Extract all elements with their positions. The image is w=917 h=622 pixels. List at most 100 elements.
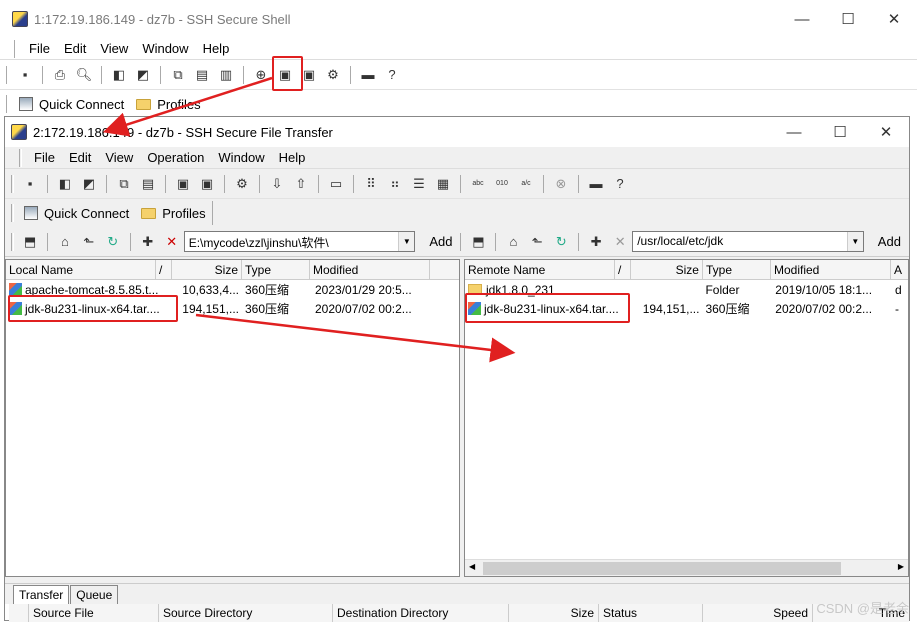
new-folder-icon[interactable]: ✚ <box>585 231 607 253</box>
details-icon[interactable]: ▦ <box>432 173 454 195</box>
minimize-button[interactable]: — <box>779 0 825 38</box>
new-folder-icon[interactable]: ✚ <box>137 231 159 253</box>
ssh-shell-icon <box>12 11 28 27</box>
whats-this-icon[interactable]: ? <box>381 64 403 86</box>
local-add-button[interactable]: Add <box>429 234 452 249</box>
print-icon[interactable]: ⎙ <box>49 64 71 86</box>
refresh-icon[interactable]: ↻ <box>550 231 572 253</box>
chevron-down-icon[interactable]: ▼ <box>398 232 415 251</box>
scroll-right-icon[interactable]: ▶ <box>898 562 904 571</box>
copy-icon[interactable]: ⧉ <box>113 173 135 195</box>
connect-icon[interactable]: ◧ <box>54 173 76 195</box>
remote-path-input[interactable]: /usr/local/etc/jdk ▼ <box>632 231 864 252</box>
small-icons-icon[interactable]: ⠶ <box>384 173 406 195</box>
col-speed[interactable]: Speed <box>703 604 813 622</box>
help-topics-icon[interactable]: ▬ <box>357 64 379 86</box>
save-icon[interactable]: ▪ <box>19 173 41 195</box>
remote-add-button[interactable]: Add <box>878 234 901 249</box>
col-type[interactable]: Type <box>242 260 310 279</box>
refresh-icon[interactable]: ↻ <box>102 231 124 253</box>
menu-edit[interactable]: Edit <box>69 150 91 165</box>
help-topics-icon[interactable]: ▬ <box>585 173 607 195</box>
close-button[interactable]: ✕ <box>871 0 917 38</box>
scrollbar-thumb[interactable] <box>482 562 841 575</box>
settings-icon[interactable]: ⚙ <box>322 64 344 86</box>
auto-mode-icon[interactable]: a/c <box>515 173 537 195</box>
col-source-file[interactable]: Source File <box>29 604 159 622</box>
delete-icon[interactable]: ✕ <box>161 231 183 253</box>
download-icon[interactable]: ⇩ <box>266 173 288 195</box>
col-size[interactable]: Size <box>509 604 599 622</box>
menu-help[interactable]: Help <box>203 41 230 56</box>
scroll-left-icon[interactable]: ◀ <box>469 562 475 571</box>
col-type[interactable]: Type <box>703 260 771 279</box>
col-destination-directory[interactable]: Destination Directory <box>333 604 509 622</box>
save-icon[interactable]: ▪ <box>14 64 36 86</box>
stop-icon[interactable]: ⊗ <box>550 173 572 195</box>
parent-folder-icon[interactable]: ⬑ <box>78 231 100 253</box>
menu-file[interactable]: File <box>29 41 50 56</box>
col-status[interactable]: Status <box>599 604 703 622</box>
archive-icon <box>9 282 22 296</box>
menu-window[interactable]: Window <box>142 41 188 56</box>
transfer-header: Source File Source Directory Destination… <box>9 604 909 622</box>
connect-icon[interactable]: ◧ <box>108 64 130 86</box>
col-remote-name[interactable]: Remote Name <box>465 260 615 279</box>
col-size[interactable]: Size <box>172 260 242 279</box>
ascii-mode-icon[interactable]: abc <box>467 173 489 195</box>
find-icon[interactable]: ⊕ <box>250 64 272 86</box>
menu-operation[interactable]: Operation <box>147 150 204 165</box>
horizontal-scrollbar[interactable]: ◀ ▶ <box>464 559 908 576</box>
remote-file-highlight-box <box>465 293 630 323</box>
up-folder-icon[interactable]: ⬒ <box>19 231 41 253</box>
paste-icon[interactable]: ▤ <box>191 64 213 86</box>
menu-view[interactable]: View <box>100 41 128 56</box>
disconnect-icon[interactable]: ◩ <box>78 173 100 195</box>
profiles-button[interactable]: Profiles <box>130 92 206 116</box>
col-source-directory[interactable]: Source Directory <box>159 604 333 622</box>
quick-connect-button[interactable]: Quick Connect <box>18 201 135 225</box>
menu-view[interactable]: View <box>105 150 133 165</box>
list-view-icon[interactable]: ▭ <box>325 173 347 195</box>
quick-connect-button[interactable]: Quick Connect <box>13 92 130 116</box>
list-icon[interactable]: ☰ <box>408 173 430 195</box>
disconnect-icon[interactable]: ◩ <box>132 64 154 86</box>
maximize-button[interactable]: ☐ <box>817 117 863 147</box>
col-modified[interactable]: Modified <box>310 260 430 279</box>
col-size[interactable]: Size <box>631 260 703 279</box>
upload-icon[interactable]: ⇧ <box>290 173 312 195</box>
col-local-name[interactable]: Local Name <box>6 260 156 279</box>
quick-connect-icon <box>19 97 33 111</box>
delete-icon[interactable]: ✕ <box>609 231 631 253</box>
parent-folder-icon[interactable]: ⬑ <box>526 231 548 253</box>
print-preview-icon[interactable]: 🔍︎ <box>73 64 95 86</box>
local-path-input[interactable]: E:\mycode\zzl\jinshu\软件\ ▼ <box>183 231 416 252</box>
file-type: 360压缩 <box>245 302 290 316</box>
whats-this-icon[interactable]: ? <box>609 173 631 195</box>
menu-edit[interactable]: Edit <box>64 41 86 56</box>
menu-help[interactable]: Help <box>279 150 306 165</box>
tab-transfer[interactable]: Transfer <box>13 585 70 604</box>
home-icon[interactable]: ⌂ <box>502 231 524 253</box>
settings-icon[interactable]: ⚙ <box>231 173 253 195</box>
new-terminal-icon[interactable]: ▣ <box>172 173 194 195</box>
binary-mode-icon[interactable]: 010 <box>491 173 513 195</box>
menu-window[interactable]: Window <box>218 150 264 165</box>
menu-file[interactable]: File <box>34 150 55 165</box>
close-button[interactable]: ✕ <box>863 117 909 147</box>
copy-icon[interactable]: ⧉ <box>167 64 189 86</box>
profiles-button[interactable]: Profiles <box>135 201 213 225</box>
file-type: Folder <box>705 282 740 297</box>
paste-icon[interactable]: ▤ <box>137 173 159 195</box>
paste-clipboard-icon[interactable]: ▥ <box>215 64 237 86</box>
col-attributes[interactable]: A <box>891 260 908 279</box>
col-modified[interactable]: Modified <box>771 260 891 279</box>
minimize-button[interactable]: — <box>771 117 817 147</box>
new-file-transfer-icon[interactable]: ▣ <box>196 173 218 195</box>
maximize-button[interactable]: ☐ <box>825 0 871 38</box>
home-icon[interactable]: ⌂ <box>54 231 76 253</box>
up-folder-icon[interactable]: ⬒ <box>467 231 489 253</box>
large-icons-icon[interactable]: ⠿ <box>360 173 382 195</box>
chevron-down-icon[interactable]: ▼ <box>846 232 863 251</box>
tab-queue[interactable]: Queue <box>70 585 119 604</box>
